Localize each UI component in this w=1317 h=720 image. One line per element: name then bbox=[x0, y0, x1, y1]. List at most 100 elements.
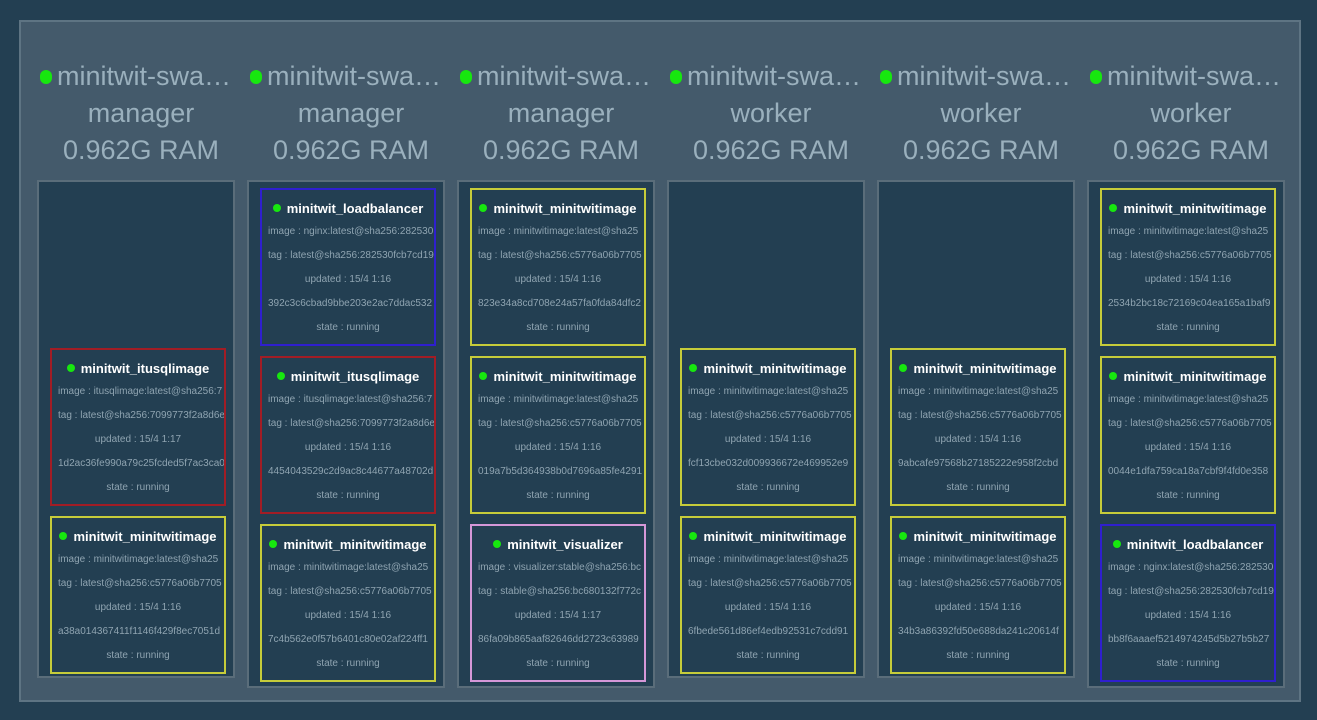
node-task-list: minitwit_loadbalancer image : nginx:lates… bbox=[247, 180, 445, 688]
task-tag: tag : latest@sha256:c5776a06b7705 bbox=[688, 410, 852, 421]
node-name: minitwit-swa… bbox=[1088, 58, 1294, 95]
task-tag: tag : latest@sha256:c5776a06b7705 bbox=[268, 586, 432, 597]
task-card[interactable]: minitwit_minitwitimageimage : minitwitim… bbox=[470, 356, 646, 514]
task-name: minitwit_minitwitimage bbox=[1123, 200, 1267, 216]
task-card[interactable]: minitwit_minitwitimage image : minitwitim… bbox=[1100, 188, 1276, 346]
node-header: minitwit-swa… manager 0.962G RAM bbox=[38, 58, 244, 169]
task-state: state : running bbox=[946, 650, 1010, 661]
node-name: minitwit-swa… bbox=[458, 58, 664, 95]
task-updated: updated : 15/4 1:16 bbox=[304, 442, 392, 453]
task-updated: updated : 15/4 1:16 bbox=[304, 274, 392, 285]
node-header: minitwit-swa… worker 0.962G RAM bbox=[668, 58, 874, 169]
task-image: image : minitwitimage:latest@sha25 bbox=[478, 394, 639, 405]
task-id: fcf13cbe032d009936672e469952e9 bbox=[688, 458, 849, 469]
task-state: state : running bbox=[526, 658, 590, 669]
task-name: minitwit_minitwitimage bbox=[283, 536, 427, 552]
task-image: image : itusqlimage:latest@sha256:7 bbox=[268, 394, 433, 405]
task-image: image : minitwitimage:latest@sha25 bbox=[898, 554, 1059, 565]
task-card[interactable]: minitwit_minitwitimage image : minitwitim… bbox=[260, 524, 436, 682]
task-card[interactable]: minitwit_minitwitimage image : minitwitim… bbox=[680, 516, 856, 674]
task-image: image : minitwitimage:latest@sha25 bbox=[688, 386, 849, 397]
task-name: minitwit_minitwitimage bbox=[913, 528, 1057, 544]
task-card[interactable]: minitwit_minitwitimage image : minitwitim… bbox=[680, 348, 856, 506]
status-dot-icon bbox=[880, 69, 892, 84]
status-dot-icon bbox=[250, 69, 262, 84]
task-tag: tag : latest@sha256:c5776a06b7705 bbox=[478, 250, 642, 261]
task-updated: updated : 15/4 1:16 bbox=[514, 274, 602, 285]
task-name: minitwit_minitwitimage bbox=[73, 528, 217, 544]
swarm-node: minitwit-swa… manager 0.962G RAM minitwit_l… bbox=[247, 58, 454, 688]
node-task-list: minitwit_itusqlimage image : itusqlimage:… bbox=[37, 180, 235, 678]
task-image: image : minitwitimage:latest@sha25 bbox=[478, 226, 639, 237]
running-status-icon bbox=[689, 532, 698, 540]
node-name-text: minitwit-swa… bbox=[1107, 61, 1282, 91]
task-image: image : itusqlimage:latest@sha256:7 bbox=[58, 386, 223, 397]
node-ram: 0.962G RAM bbox=[62, 135, 220, 165]
status-dot-icon bbox=[40, 69, 52, 84]
running-status-icon bbox=[1109, 204, 1118, 212]
task-updated: updated : 15/4 1:17 bbox=[514, 610, 602, 621]
running-status-icon bbox=[899, 532, 908, 540]
task-image: image : minitwitimage:latest@sha25 bbox=[1108, 394, 1269, 405]
task-state: state : running bbox=[106, 650, 170, 661]
task-tag: tag : latest@sha256:c5776a06b7705 bbox=[58, 578, 222, 589]
node-task-list: minitwit_minitwitimageimage : minitwitim… bbox=[457, 180, 655, 688]
node-header: minitwit-swa… manager 0.962G RAM bbox=[248, 58, 454, 169]
task-tag: tag : latest@sha256:7099773f2a8d6e bbox=[268, 418, 434, 429]
node-role: manager bbox=[87, 98, 195, 128]
task-card[interactable]: minitwit_visualizer image : visualizer:st… bbox=[470, 524, 646, 682]
task-card[interactable]: minitwit_itusqlimageimage : itusqlimage:… bbox=[260, 356, 436, 514]
task-name: minitwit_minitwitimage bbox=[493, 200, 637, 216]
task-id: a38a014367411f1146f429f8ec7051d bbox=[58, 626, 221, 637]
task-id: 34b3a86392fd50e688da241c20614f bbox=[898, 626, 1059, 637]
running-status-icon bbox=[493, 540, 502, 548]
task-id: 1d2ac36fe990a79c25fcded5f7ac3ca0 bbox=[58, 458, 224, 469]
task-updated: updated : 15/4 1:16 bbox=[724, 434, 812, 445]
running-status-icon bbox=[1109, 372, 1118, 380]
task-title: minitwit_loadbalancer bbox=[1102, 535, 1274, 553]
running-status-icon bbox=[479, 372, 488, 380]
task-name: minitwit_minitwitimage bbox=[493, 368, 637, 384]
swarm-node: minitwit-swa… worker 0.962G RAM minitwit_mi… bbox=[667, 58, 874, 678]
task-id: 86fa09b865aaf82646dd2723c63989 bbox=[478, 634, 639, 645]
task-image: image : nginx:latest@sha256:282530 bbox=[1108, 562, 1274, 573]
task-card[interactable]: minitwit_itusqlimage image : itusqlimage:… bbox=[50, 348, 226, 506]
task-card[interactable]: minitwit_minitwitimage image : minitwitim… bbox=[890, 348, 1066, 506]
node-role: worker bbox=[1150, 98, 1232, 128]
task-updated: updated : 15/4 1:16 bbox=[724, 602, 812, 613]
swarm-node: minitwit-swa… worker 0.962G RAM minitwit_mi… bbox=[1087, 58, 1294, 688]
task-title: minitwit_minitwitimage bbox=[892, 359, 1064, 377]
node-name: minitwit-swa… bbox=[878, 58, 1084, 95]
running-status-icon bbox=[276, 372, 285, 380]
node-task-list: minitwit_minitwitimageimage : minitwitim… bbox=[877, 180, 1075, 678]
task-card[interactable]: minitwit_minitwitimage image : minitwitim… bbox=[1100, 356, 1276, 514]
running-status-icon bbox=[689, 364, 698, 372]
swarm-visualizer: minitwit-swa… manager 0.962G RAM minitwit_i… bbox=[19, 20, 1301, 702]
task-state: state : running bbox=[736, 482, 800, 493]
node-name-text: minitwit-swa… bbox=[477, 61, 652, 91]
task-card[interactable]: minitwit_minitwitimageimage : minitwitim… bbox=[50, 516, 226, 674]
running-status-icon bbox=[1112, 540, 1121, 548]
node-header: minitwit-swa… worker 0.962G RAM bbox=[1088, 58, 1294, 169]
task-id: 0044e1dfa759ca18a7cbf9f4fd0e358 bbox=[1108, 466, 1269, 477]
task-title: minitwit_itusqlimage bbox=[262, 367, 434, 385]
task-state: state : running bbox=[1156, 322, 1220, 333]
task-state: state : running bbox=[526, 490, 590, 501]
task-tag: tag : latest@sha256:7099773f2a8d6e bbox=[58, 410, 224, 421]
task-state: state : running bbox=[946, 482, 1010, 493]
task-card[interactable]: minitwit_loadbalancerimage : nginx:lates… bbox=[1100, 524, 1276, 682]
node-name-text: minitwit-swa… bbox=[687, 61, 862, 91]
task-id: 7c4b562e0f57b6401c80e02af224ff1 bbox=[268, 634, 428, 645]
task-updated: updated : 15/4 1:16 bbox=[514, 442, 602, 453]
task-card[interactable]: minitwit_minitwitimageimage : minitwitim… bbox=[470, 188, 646, 346]
running-status-icon bbox=[269, 540, 278, 548]
task-state: state : running bbox=[1156, 658, 1220, 669]
node-ram: 0.962G RAM bbox=[482, 135, 640, 165]
status-dot-icon bbox=[460, 69, 472, 84]
swarm-node: minitwit-swa… worker 0.962G RAM minitwit_mi… bbox=[877, 58, 1084, 678]
task-card[interactable]: minitwit_loadbalancer image : nginx:lates… bbox=[260, 188, 436, 346]
task-name: minitwit_minitwitimage bbox=[913, 360, 1057, 376]
task-updated: updated : 15/4 1:16 bbox=[1144, 274, 1232, 285]
task-image: image : minitwitimage:latest@sha25 bbox=[58, 554, 219, 565]
task-card[interactable]: minitwit_minitwitimageimage : minitwitim… bbox=[890, 516, 1066, 674]
